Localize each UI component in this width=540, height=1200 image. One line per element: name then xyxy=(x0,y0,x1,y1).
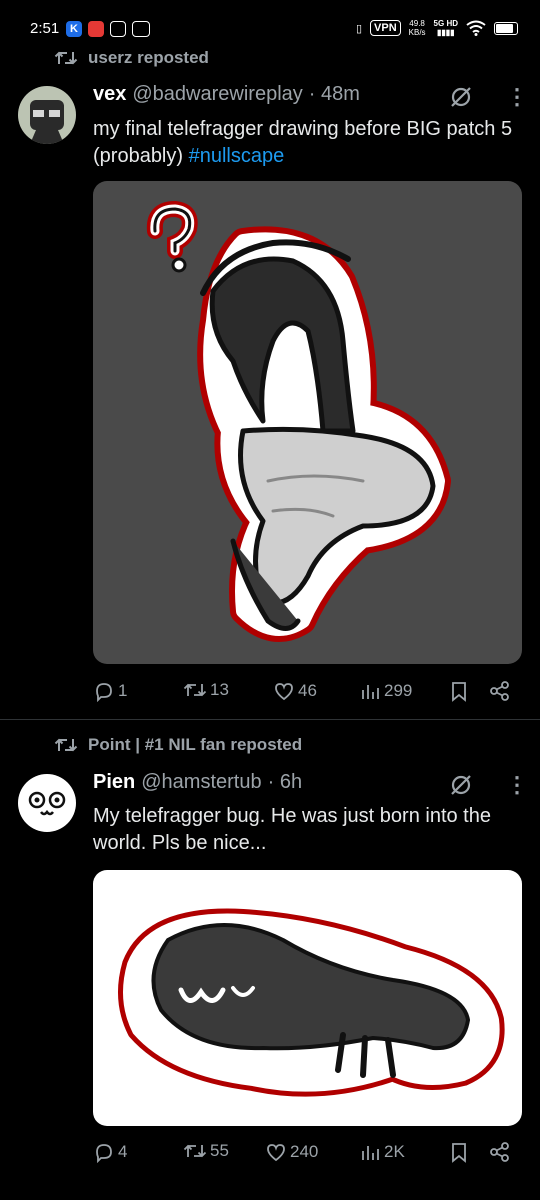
app-notification-icon xyxy=(88,21,104,37)
post-actions: 1 13 46 299 xyxy=(93,680,522,706)
heart-icon xyxy=(275,683,293,701)
more-options-icon[interactable]: ⋮ xyxy=(506,774,528,796)
author-row[interactable]: vex @badwarewireplay · 48m xyxy=(93,83,360,106)
post-divider xyxy=(0,719,540,720)
avatar[interactable] xyxy=(18,774,76,832)
reply-icon xyxy=(96,683,112,702)
repost-icon xyxy=(183,683,207,697)
post-time: · 6h xyxy=(267,771,303,793)
status-bar: 2:51 K ▯ VPN 49.8 KB/s 5G HD ▮▮▮▮ xyxy=(0,0,540,44)
author-name[interactable]: vex xyxy=(93,83,126,106)
network-speed: 49.8 KB/s xyxy=(409,19,426,37)
share-icon[interactable] xyxy=(489,680,511,702)
author-handle[interactable]: @hamstertub xyxy=(141,771,261,794)
app-notification-icon xyxy=(132,21,150,37)
repost-count: 13 xyxy=(210,680,229,699)
speed-value: 49.8 xyxy=(409,19,425,28)
speed-unit: KB/s xyxy=(408,28,426,37)
views-count: 2K xyxy=(384,1142,405,1161)
grok-icon[interactable] xyxy=(449,773,473,797)
heart-icon xyxy=(267,1144,285,1162)
views-icon xyxy=(362,1146,379,1160)
more-options-icon[interactable]: ⋮ xyxy=(506,86,528,108)
bookmark-icon[interactable] xyxy=(448,680,470,702)
network-type: 5G HD xyxy=(433,19,458,28)
post-actions: 4 55 240 2K xyxy=(93,1141,522,1167)
reply-count: 4 xyxy=(118,1142,128,1161)
cellular-signal: 5G HD ▮▮▮▮ xyxy=(433,19,458,37)
battery-icon xyxy=(494,21,518,35)
post-image[interactable] xyxy=(93,181,522,664)
wifi-icon xyxy=(466,20,486,36)
like-button[interactable]: 240 xyxy=(265,1141,318,1163)
like-count: 240 xyxy=(290,1142,319,1161)
vpn-badge: VPN xyxy=(370,20,401,36)
repost-label: userz reposted xyxy=(88,48,209,67)
bookmark-icon[interactable] xyxy=(448,1141,470,1163)
views-count: 299 xyxy=(384,681,413,700)
repost-label: Point | #1 NIL fan reposted xyxy=(88,735,303,754)
repost-icon xyxy=(54,738,78,752)
grok-icon[interactable] xyxy=(449,85,473,109)
repost-icon xyxy=(183,1144,207,1158)
reply-icon xyxy=(96,1144,112,1163)
views-button[interactable]: 2K xyxy=(359,1141,405,1163)
repost-icon xyxy=(54,51,78,65)
avatar[interactable] xyxy=(18,86,76,144)
reply-button[interactable]: 4 xyxy=(93,1141,127,1163)
post-text: My telefragger bug. He was just born int… xyxy=(93,805,491,854)
app-notification-icon: K xyxy=(66,21,82,37)
repost-count: 55 xyxy=(210,1141,229,1160)
repost-indicator[interactable]: userz reposted xyxy=(54,48,209,68)
post-time: · 48m xyxy=(308,83,360,105)
reply-button[interactable]: 1 xyxy=(93,680,127,702)
repost-button[interactable]: 13 xyxy=(183,680,229,700)
views-icon xyxy=(362,685,379,699)
like-button[interactable]: 46 xyxy=(273,680,317,702)
post-body: my final telefragger drawing before BIG … xyxy=(93,118,513,167)
vibrate-icon: ▯ xyxy=(355,22,363,35)
status-time: 2:51 xyxy=(30,20,60,37)
repost-indicator[interactable]: Point | #1 NIL fan reposted xyxy=(54,735,302,755)
post-image[interactable] xyxy=(93,870,522,1126)
share-icon[interactable] xyxy=(489,1141,511,1163)
author-handle[interactable]: @badwarewireplay xyxy=(132,83,302,106)
hashtag-link[interactable]: #nullscape xyxy=(189,145,285,167)
views-button[interactable]: 299 xyxy=(359,680,412,702)
author-row[interactable]: Pien @hamstertub · 6h xyxy=(93,771,302,794)
post-text: my final telefragger drawing before BIG … xyxy=(93,116,513,170)
reply-count: 1 xyxy=(118,681,128,700)
app-notification-icon xyxy=(110,21,126,37)
like-count: 46 xyxy=(298,681,317,700)
author-name[interactable]: Pien xyxy=(93,771,135,794)
repost-button[interactable]: 55 xyxy=(183,1141,229,1161)
